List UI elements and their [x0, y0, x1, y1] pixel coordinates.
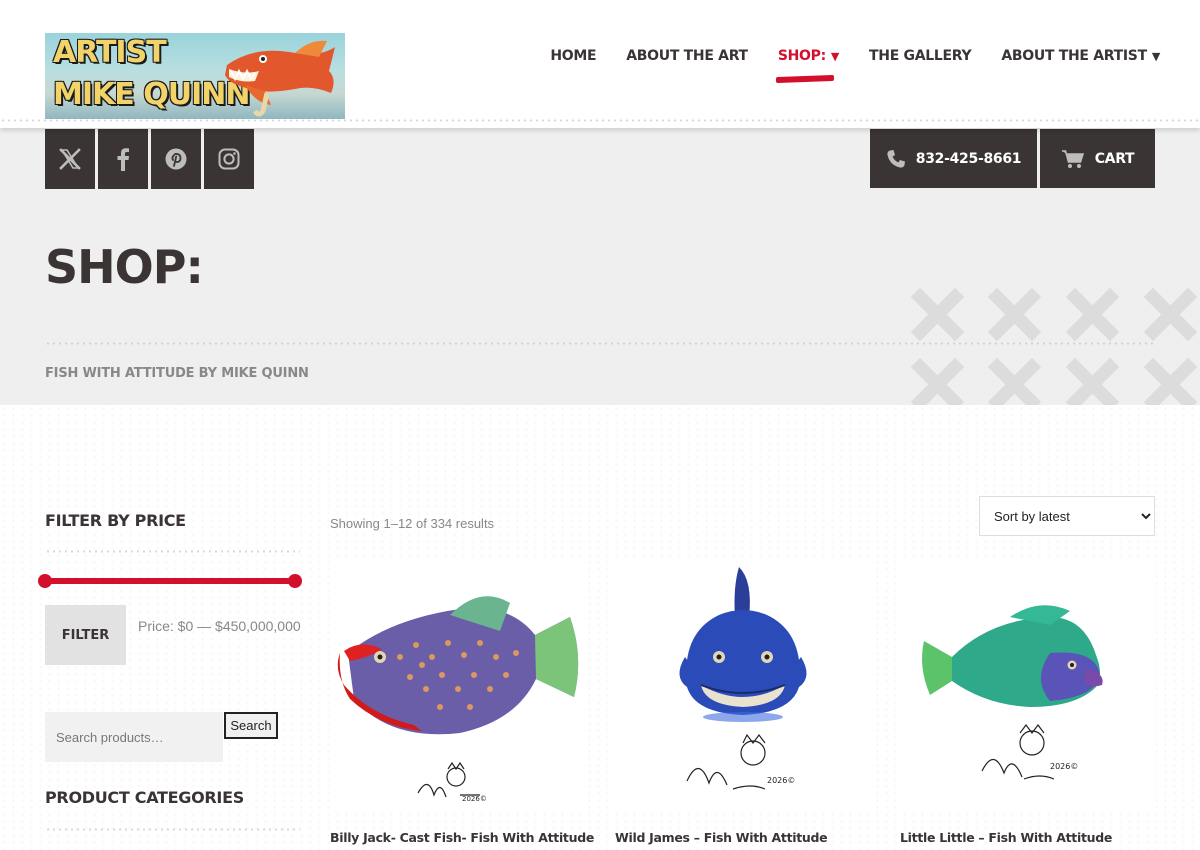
logo-fish-icon: [225, 40, 335, 117]
phone-number: 832-425-8661: [915, 150, 1022, 167]
nav-home[interactable]: HOME: [550, 48, 596, 64]
header-dotted-border: [0, 119, 1200, 122]
nav-shop[interactable]: SHOP: ▼: [775, 48, 840, 84]
social-links: [45, 129, 254, 189]
page-subtitle: FISH WITH ATTITUDE BY MIKE QUINN: [45, 366, 309, 381]
site-logo[interactable]: ARTIST MIKE QUINN: [45, 33, 345, 119]
product-title[interactable]: Wild James – Fish With Attitude: [615, 830, 871, 845]
x-twitter-button[interactable]: [45, 129, 95, 189]
fish-sculpture-image: 2026©: [337, 596, 579, 803]
shop-main: FILTER BY PRICE FILTER Price: $0 — $450,…: [0, 405, 1200, 850]
chevron-down-icon: ▼: [1151, 50, 1160, 63]
chevron-down-icon: ▼: [830, 50, 840, 63]
instagram-button[interactable]: [204, 129, 254, 189]
product-search-input[interactable]: [45, 712, 223, 762]
nav-the-gallery[interactable]: THE GALLERY: [869, 48, 972, 64]
product-card[interactable]: 2026© Little Little – Fish With Attitude: [900, 557, 1156, 845]
product-image[interactable]: 2026©: [900, 557, 1156, 809]
fish-sculpture-image: 2026©: [679, 567, 807, 790]
price-slider-min-handle[interactable]: [38, 574, 52, 588]
svg-text:2026©: 2026©: [1050, 762, 1078, 771]
sort-select[interactable]: Sort by latest: [979, 496, 1155, 536]
search-button[interactable]: Search: [224, 712, 278, 739]
product-image[interactable]: 2026©: [330, 557, 586, 809]
facebook-icon: [117, 148, 129, 171]
facebook-button[interactable]: [98, 129, 148, 189]
logo-line-1: ARTIST: [53, 35, 167, 70]
pinterest-icon: [165, 148, 187, 170]
cart-label: CART: [1094, 150, 1135, 167]
price-range-label: Price: $0 — $450,000,000: [138, 618, 301, 634]
product-title[interactable]: Billy Jack- Cast Fish- Fish With Attitud…: [330, 830, 594, 845]
instagram-icon: [218, 148, 240, 170]
product-image[interactable]: 2026©: [615, 557, 871, 809]
phone-icon: [887, 149, 905, 168]
fish-sculpture-image: 2026©: [922, 605, 1103, 780]
nav-active-underline: [775, 74, 834, 84]
product-categories-heading: PRODUCT CATEGORIES: [45, 788, 244, 807]
cart-button[interactable]: CART: [1040, 129, 1155, 188]
cart-icon: [1061, 149, 1084, 168]
nav-about-the-artist[interactable]: ABOUT THE ARTIST ▼: [1001, 48, 1160, 64]
product-card[interactable]: 2026© Billy Jack- Cast Fish- Fish With A…: [330, 557, 594, 845]
filter-by-price-heading: FILTER BY PRICE: [45, 511, 186, 530]
filter-button[interactable]: FILTER: [45, 605, 126, 665]
nav-about-the-art[interactable]: ABOUT THE ART: [626, 48, 748, 64]
svg-text:2026©: 2026©: [767, 776, 795, 785]
page-title: SHOP:: [45, 240, 204, 294]
product-title[interactable]: Little Little – Fish With Attitude: [900, 830, 1156, 845]
svg-text:2026©: 2026©: [462, 795, 487, 803]
price-slider-track[interactable]: [45, 578, 295, 584]
pinterest-button[interactable]: [151, 129, 201, 189]
sidebar-divider: [45, 550, 300, 553]
sidebar-divider: [45, 828, 300, 831]
x-twitter-icon: [59, 148, 81, 170]
decorative-x-pattern: [910, 287, 1198, 405]
page-banner: 832-425-8661 CART SHOP: FISH WITH ATTITU…: [0, 128, 1200, 405]
contact-buttons: 832-425-8661 CART: [870, 129, 1155, 188]
product-card[interactable]: 2026© Wild James – Fish With Attitude: [615, 557, 871, 845]
main-nav: HOME ABOUT THE ART SHOP: ▼ THE GALLERY AB…: [520, 48, 1160, 84]
site-header: ARTIST MIKE QUINN HOME ABOUT THE ART SHO…: [0, 0, 1200, 128]
price-slider-max-handle[interactable]: [288, 574, 302, 588]
phone-button[interactable]: 832-425-8661: [870, 129, 1037, 188]
results-count: Showing 1–12 of 334 results: [330, 516, 495, 531]
